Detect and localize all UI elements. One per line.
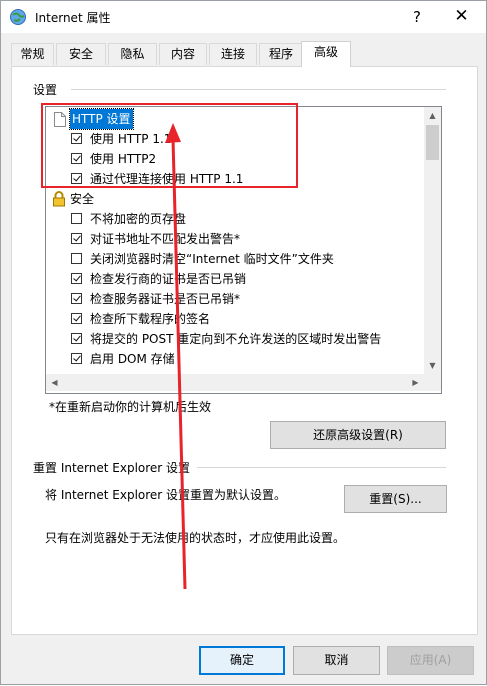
window-title: Internet 属性 [35,11,111,25]
reset-button[interactable]: 重置(S)... [344,485,447,513]
checkbox-label: 检查所下载程序的签名 [90,312,211,326]
title-bar[interactable]: Internet 属性 ? ✕ [1,1,486,33]
checkbox-label: 关闭浏览器时清空“Internet 临时文件”文件夹 [90,252,334,266]
apply-button[interactable]: 应用(A) [387,646,474,675]
restart-note: *在重新启动你的计算机后生效 [49,400,212,414]
checkbox-publisher-revocation[interactable] [71,273,82,284]
help-button[interactable]: ? [397,1,437,33]
checkbox-label: 启用 DOM 存储 [90,352,175,366]
tab-security[interactable]: 安全 [56,43,106,65]
tab-general[interactable]: 常规 [11,43,54,65]
checkbox-download-signatures[interactable] [71,313,82,324]
tab-connections[interactable]: 连接 [209,43,257,65]
vertical-scrollbar[interactable]: ▲ ▼ [424,107,441,374]
checkbox-label: 检查服务器证书是否已吊销* [90,292,241,306]
scroll-right-icon[interactable]: ▶ [407,374,424,391]
scroll-down-icon[interactable]: ▼ [424,357,441,374]
reset-divider [197,467,446,468]
checkbox-cert-mismatch-warn[interactable] [71,233,82,244]
tab-advanced[interactable]: 高级 [301,41,351,67]
reset-note: 只有在浏览器处于无法使用的状态时，才应使用此设置。 [45,531,346,545]
reset-group-label: 重置 Internet Explorer 设置 [33,459,195,476]
globe-icon [9,8,27,26]
scroll-left-icon[interactable]: ◀ [46,374,63,391]
internet-properties-dialog: Internet 属性 ? ✕ 常规 安全 隐私 内容 连接 程序 高级 设置 … [0,0,487,685]
checkbox-label: 将提交的 POST 重定向到不允许发送的区域时发出警告 [90,332,382,346]
close-button[interactable]: ✕ [437,1,486,33]
scroll-up-icon[interactable]: ▲ [424,107,441,124]
checkbox-empty-temp-files[interactable] [71,253,82,264]
checkbox-label: 检查发行商的证书是否已吊销 [90,272,247,286]
tab-content[interactable]: 内容 [159,43,207,65]
category-security: 安全 [70,192,95,206]
checkbox-dom-storage[interactable] [71,353,82,364]
checkbox-label: 不将加密的页存盘 [90,212,187,226]
restore-advanced-settings-button[interactable]: 还原高级设置(R) [270,421,446,449]
reset-description: 将 Internet Explorer 设置重置为默认设置。 [45,488,287,502]
settings-group-label: 设置 [33,81,62,98]
checkbox-label: 对证书地址不匹配发出警告* [90,232,241,246]
tab-programs[interactable]: 程序 [259,43,303,65]
scroll-thumb[interactable] [426,125,439,160]
ok-button[interactable]: 确定 [199,646,285,675]
checkbox-post-redirect-warn[interactable] [71,333,82,344]
cancel-button[interactable]: 取消 [293,646,380,675]
scroll-corner [424,374,441,391]
lock-icon [52,191,66,213]
checkbox-server-revocation[interactable] [71,293,82,304]
checkbox-no-save-encrypted[interactable] [71,213,82,224]
horizontal-scrollbar[interactable]: ◀ ▶ [46,374,424,391]
tab-privacy[interactable]: 隐私 [108,43,157,65]
highlight-box [41,103,298,188]
settings-divider [71,89,446,90]
